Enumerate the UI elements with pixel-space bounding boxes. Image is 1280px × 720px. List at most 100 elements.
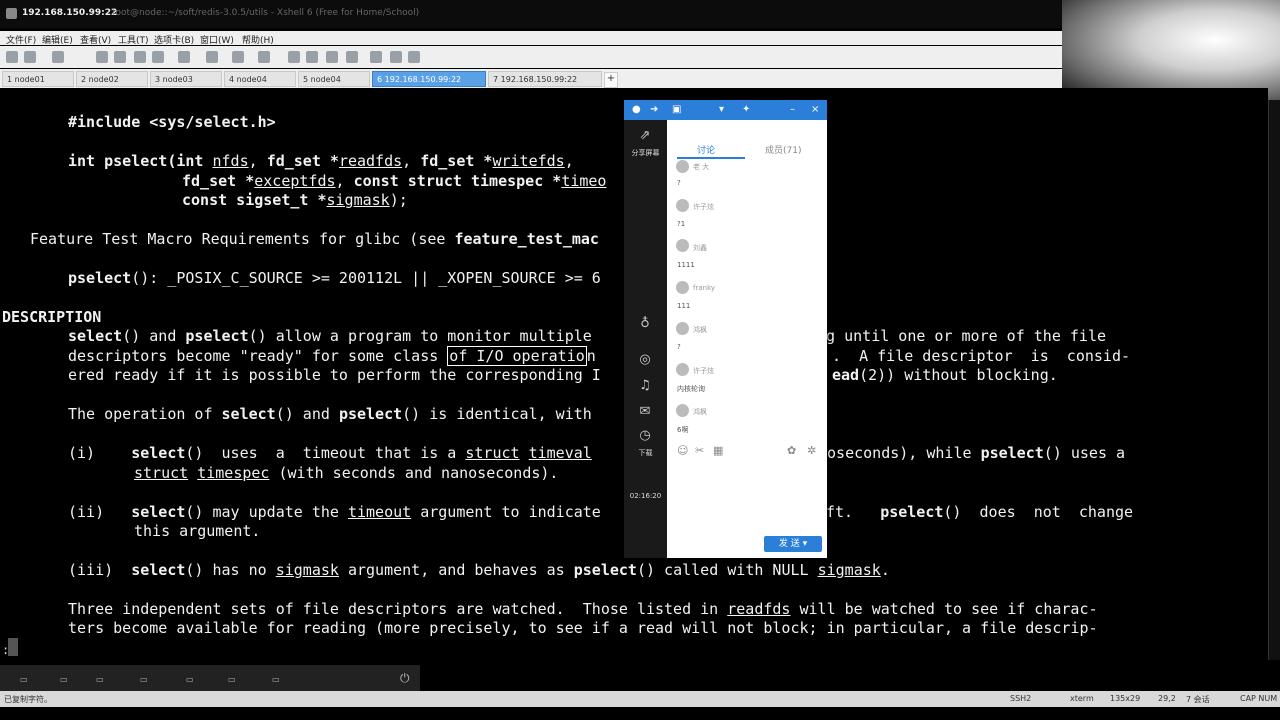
man-item-i-line-1a: (i) select() uses a timeout that is a st… bbox=[68, 444, 592, 462]
man-desc-line-2a: descriptors become "ready" for some clas… bbox=[68, 346, 596, 366]
chat-side-panel: ⇗ 分享屏幕 ♁ ◎ ♫ ✉ ◷ 下载 02:16:20 bbox=[624, 120, 667, 558]
tab-node01[interactable]: 1 node01 bbox=[2, 71, 74, 87]
tab-discussion[interactable]: 讨论 bbox=[697, 143, 715, 156]
scissors-icon[interactable]: ✂ bbox=[695, 444, 704, 457]
tab-node03[interactable]: 3 node03 bbox=[150, 71, 222, 87]
find-icon[interactable] bbox=[152, 51, 164, 63]
tab-node04[interactable]: 4 node04 bbox=[224, 71, 296, 87]
menu-bar: 文件(F) 编辑(E) 查看(V) 工具(T) 选项卡(B) 窗口(W) 帮助(… bbox=[0, 31, 1062, 46]
man-operation-line: The operation of select() and pselect() … bbox=[68, 405, 592, 423]
status-sessions: 7 会话 bbox=[1186, 695, 1210, 704]
chat-dropdown-icon[interactable]: ▾ bbox=[719, 104, 724, 115]
print-icon[interactable] bbox=[134, 51, 146, 63]
power-icon[interactable]: ⏻ bbox=[400, 671, 410, 686]
message-sender: franky bbox=[693, 284, 716, 292]
taskbar-item[interactable]: ▭ bbox=[60, 675, 68, 684]
chat-close-icon[interactable]: × bbox=[811, 104, 819, 115]
man-desc-line-1b: ing until one or more of the file bbox=[808, 327, 1107, 345]
add-tab-button[interactable]: + bbox=[604, 72, 618, 88]
man-item-ii-line-1b: ft. pselect() does not change bbox=[826, 503, 1134, 521]
message-text: ?1 bbox=[677, 220, 686, 228]
man-desc-line-1a: select() and pselect() allow a program t… bbox=[68, 327, 592, 345]
menu-edit[interactable]: 编辑(E) bbox=[42, 33, 73, 46]
tab-node04-2[interactable]: 5 node04 bbox=[298, 71, 370, 87]
gift-icon[interactable]: ✉ bbox=[636, 404, 654, 420]
message-sender: 鸿枫 bbox=[693, 326, 707, 334]
chat-header: ● ➜ ▣ ▾ ✦ – × bbox=[624, 100, 827, 120]
chat-pin-icon[interactable]: ✦ bbox=[742, 104, 750, 115]
taskbar-item[interactable]: ▭ bbox=[96, 675, 104, 684]
copy-icon[interactable] bbox=[96, 51, 108, 63]
flower-icon[interactable]: ✿ bbox=[787, 444, 796, 457]
menu-window[interactable]: 窗口(W) bbox=[200, 33, 234, 46]
lock-icon[interactable] bbox=[326, 51, 338, 63]
man-pselect-req-line: pselect(): _POSIX_C_SOURCE >= 200112L ||… bbox=[68, 269, 601, 287]
message-sender: 鸿枫 bbox=[693, 408, 707, 416]
emoji-icon[interactable]: ☺ bbox=[677, 444, 688, 457]
man-item-i-line-2: struct timespec (with seconds and nanose… bbox=[134, 464, 559, 482]
menu-tabs[interactable]: 选项卡(B) bbox=[154, 33, 194, 46]
screen-bottom-edge bbox=[0, 707, 1280, 720]
avatar bbox=[676, 199, 689, 212]
status-protocol: SSH2 bbox=[1010, 694, 1032, 703]
paste-icon[interactable] bbox=[114, 51, 126, 63]
message-text: ? bbox=[677, 343, 681, 351]
script-icon[interactable] bbox=[258, 51, 270, 63]
menu-file[interactable]: 文件(F) bbox=[6, 33, 36, 46]
microphone-icon[interactable]: ♁ bbox=[636, 316, 654, 332]
status-cursor-pos: 29,2 bbox=[1158, 694, 1176, 703]
chat-folder-icon[interactable]: ▣ bbox=[672, 104, 681, 115]
avatar bbox=[676, 404, 689, 417]
share-screen-icon[interactable]: ⇗ bbox=[636, 128, 654, 144]
chat-input-toolbar: ☺ ✂ ▦ ✿ ✲ bbox=[667, 440, 827, 462]
image-icon[interactable]: ▦ bbox=[713, 444, 723, 457]
menu-view[interactable]: 查看(V) bbox=[80, 33, 111, 46]
tab-session-7[interactable]: 7 192.168.150.99:22 bbox=[488, 71, 602, 87]
message-sender: 刘鑫 bbox=[693, 244, 707, 252]
tab-members[interactable]: 成员(71) bbox=[765, 143, 801, 156]
layout-icon[interactable] bbox=[370, 51, 382, 63]
fullscreen-icon[interactable] bbox=[306, 51, 318, 63]
download-label: 下载 bbox=[638, 449, 653, 457]
taskbar-item[interactable]: ▭ bbox=[186, 675, 194, 684]
status-term-size: 135x29 bbox=[1110, 694, 1141, 703]
taskbar-item[interactable]: ▭ bbox=[272, 675, 280, 684]
menu-tools[interactable]: 工具(T) bbox=[118, 33, 149, 46]
chat-window: ● ➜ ▣ ▾ ✦ – × ⇗ 分享屏幕 ♁ ◎ ♫ ✉ ◷ 下载 02:16:… bbox=[624, 100, 827, 558]
menu-help[interactable]: 帮助(H) bbox=[242, 33, 274, 46]
man-three-sets-line-1: Three independent sets of file descripto… bbox=[68, 600, 1098, 618]
transfer-icon[interactable] bbox=[206, 51, 218, 63]
taskbar-item[interactable]: ▭ bbox=[20, 675, 28, 684]
message-sender: 老 大 bbox=[693, 163, 710, 171]
taskbar-item[interactable]: ▭ bbox=[140, 675, 148, 684]
chat-arrow-icon[interactable]: ➜ bbox=[650, 104, 658, 115]
open-icon[interactable] bbox=[24, 51, 36, 63]
avatar bbox=[676, 281, 689, 294]
man-feature-test-line: Feature Test Macro Requirements for glib… bbox=[30, 230, 599, 248]
send-button[interactable]: 发 送 ▾ bbox=[764, 536, 822, 552]
compose-icon[interactable] bbox=[288, 51, 300, 63]
reconnect-icon[interactable] bbox=[52, 51, 64, 63]
globe-icon[interactable] bbox=[232, 51, 244, 63]
taskbar-item[interactable]: ▭ bbox=[228, 675, 236, 684]
clock-icon[interactable]: ◷ bbox=[636, 428, 654, 444]
help-icon[interactable] bbox=[390, 51, 402, 63]
active-tab-underline bbox=[677, 157, 745, 159]
tab-node02[interactable]: 2 node02 bbox=[76, 71, 148, 87]
message-text: 内核轮询 bbox=[677, 385, 705, 393]
session-tab-bar: 1 node01 2 node02 3 node03 4 node04 5 no… bbox=[0, 69, 1062, 88]
man-synopsis-line-3: const sigset_t *sigmask); bbox=[182, 191, 408, 209]
new-session-icon[interactable] bbox=[6, 51, 18, 63]
headphone-icon[interactable]: ◎ bbox=[636, 352, 654, 368]
music-icon[interactable]: ♫ bbox=[636, 378, 654, 394]
status-term-type: xterm bbox=[1070, 694, 1094, 703]
window-host: 192.168.150.99:22 bbox=[22, 8, 118, 18]
chat-minimize-icon[interactable]: – bbox=[790, 104, 795, 115]
settings-icon[interactable]: ✲ bbox=[807, 444, 816, 457]
man-include-line: #include <sys/select.h> bbox=[68, 113, 276, 131]
tab-active-session[interactable]: 6 192.168.150.99:22 bbox=[372, 71, 486, 87]
message-text: 1111 bbox=[677, 261, 695, 269]
keyboard-icon[interactable] bbox=[346, 51, 358, 63]
chat-icon[interactable] bbox=[408, 51, 420, 63]
properties-icon[interactable] bbox=[178, 51, 190, 63]
